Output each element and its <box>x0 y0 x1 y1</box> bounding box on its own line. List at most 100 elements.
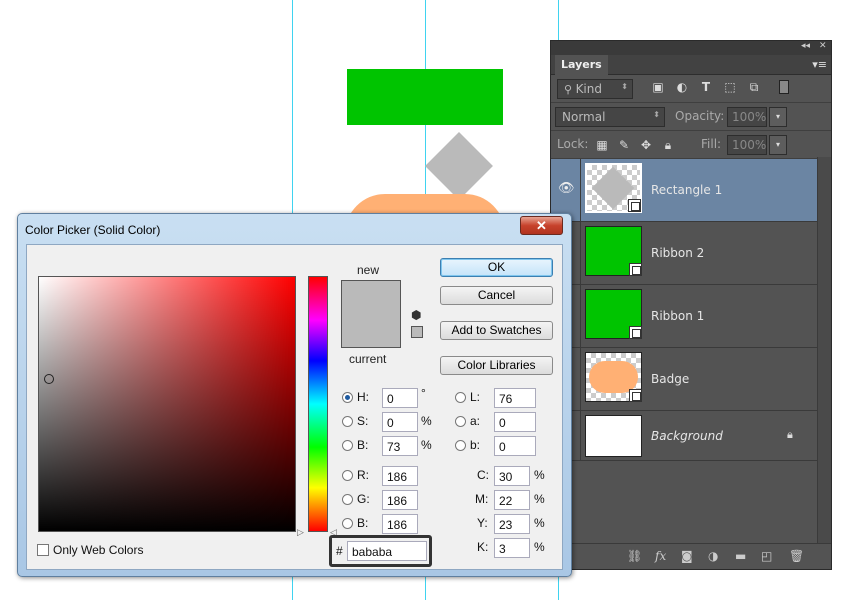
layer-row[interactable]: 👁︎ Rectangle 1 <box>551 159 817 222</box>
panel-menu-icon[interactable]: ▾≡ <box>812 58 827 71</box>
lock-pixels-icon[interactable]: ✎ <box>617 138 631 152</box>
layer-thumbnail <box>585 226 642 276</box>
link-icon[interactable]: ⛓︎ <box>627 549 642 563</box>
color-field[interactable] <box>38 276 296 532</box>
layer-row[interactable]: Badge <box>551 348 817 411</box>
saturation-field[interactable]: 0 <box>382 412 418 432</box>
color-libraries-button[interactable]: Color Libraries <box>440 356 553 375</box>
ribbon-shape <box>347 69 503 125</box>
close-button[interactable]: ✕ <box>520 216 563 235</box>
a-label: a: <box>470 414 481 428</box>
panel-tabrow: Layers ▾≡ <box>551 55 831 76</box>
a-field[interactable]: 0 <box>494 412 536 432</box>
red-field[interactable]: 186 <box>382 466 418 486</box>
yellow-unit: % <box>534 516 545 530</box>
filter-kind-select[interactable]: ⚲ Kind ⬍ <box>557 79 633 99</box>
only-web-colors-checkbox[interactable] <box>37 544 49 556</box>
filter-row: ⚲ Kind ⬍ ▣ ◐ T ⬚ ⧉ <box>551 75 831 103</box>
visibility-toggle[interactable]: 👁︎ <box>551 159 581 221</box>
eye-icon: 👁︎ <box>558 181 575 196</box>
color-swatch <box>341 280 401 348</box>
shape-filter-icon[interactable]: ⬚ <box>723 80 737 94</box>
hex-highlight: # bababa <box>329 535 432 567</box>
radio-hue[interactable] <box>342 392 353 403</box>
opacity-field[interactable]: 100% <box>727 107 767 127</box>
radio-saturation[interactable] <box>342 416 353 427</box>
layer-row[interactable]: Ribbon 2 <box>551 222 817 285</box>
yellow-field[interactable]: 23 <box>494 514 530 534</box>
mask-icon[interactable]: ◙ <box>681 549 693 563</box>
layer-name[interactable]: Rectangle 1 <box>651 183 722 197</box>
fx-icon[interactable]: fx <box>655 549 666 563</box>
black-label: K: <box>477 540 489 554</box>
add-to-swatches-button[interactable]: Add to Swatches <box>440 321 553 340</box>
new-color-swatch <box>342 281 400 315</box>
lock-transparent-icon[interactable]: ▦ <box>595 138 609 152</box>
color-picker-dialog: Color Picker (Solid Color) ✕ ▷ ◁ new cur… <box>17 213 572 577</box>
layer-thumbnail <box>585 415 642 457</box>
fill-dropdown-button[interactable]: ▾ <box>769 135 787 155</box>
radio-lightness[interactable] <box>455 392 466 403</box>
layer-name[interactable]: Ribbon 2 <box>651 246 704 260</box>
vector-mask-icon <box>629 326 642 339</box>
brightness-field[interactable]: 73 <box>382 436 418 456</box>
layer-name[interactable]: Background <box>651 429 723 443</box>
type-filter-icon[interactable]: T <box>699 80 713 94</box>
hex-label: # <box>336 544 343 558</box>
out-of-gamut-icon[interactable]: ⬢ <box>411 308 421 322</box>
hue-slider-left-arrow[interactable]: ▷ <box>297 527 304 538</box>
tab-layers[interactable]: Layers <box>555 55 608 76</box>
blend-mode-select[interactable]: Normal ⬍ <box>555 107 665 127</box>
trash-icon[interactable]: 🗑︎ <box>789 549 804 563</box>
lock-all-icon[interactable]: 🔒︎ <box>661 138 675 152</box>
dialog-title: Color Picker (Solid Color) <box>25 223 161 237</box>
diamond-shape <box>425 132 493 200</box>
b-field[interactable]: 0 <box>494 436 536 456</box>
radio-a[interactable] <box>455 416 466 427</box>
opacity-dropdown-button[interactable]: ▾ <box>769 107 787 127</box>
lock-position-icon[interactable]: ✥ <box>639 138 653 152</box>
image-filter-icon[interactable]: ▣ <box>651 80 665 94</box>
radio-green[interactable] <box>342 494 353 505</box>
filter-toggle-icon[interactable] <box>779 80 789 94</box>
green-field[interactable]: 186 <box>382 490 418 510</box>
adjustment-icon[interactable]: ◑ <box>708 549 718 563</box>
layer-thumbnail <box>585 352 642 402</box>
layer-name[interactable]: Ribbon 1 <box>651 309 704 323</box>
layer-row[interactable]: Background 🔒︎ <box>551 411 817 461</box>
radio-b[interactable] <box>455 440 466 451</box>
black-unit: % <box>534 540 545 554</box>
collapse-icon[interactable]: ◂◂ <box>801 41 810 51</box>
adjustment-filter-icon[interactable]: ◐ <box>675 80 689 94</box>
layers-scrollbar[interactable] <box>817 157 831 545</box>
layers-panel: ◂◂ ✕ Layers ▾≡ ⚲ Kind ⬍ ▣ ◐ T ⬚ ⧉ Normal… <box>550 40 832 570</box>
dialog-body: ▷ ◁ new current ⬢ OK Cancel Add to Swatc… <box>26 244 563 570</box>
magenta-label: M: <box>475 492 489 506</box>
group-icon[interactable]: ▬ <box>735 549 746 563</box>
color-field-cursor[interactable] <box>44 374 54 384</box>
layer-thumbnail <box>585 289 642 339</box>
cancel-button[interactable]: Cancel <box>440 286 553 305</box>
lightness-field[interactable]: 76 <box>494 388 536 408</box>
close-icon[interactable]: ✕ <box>819 41 827 51</box>
hue-field[interactable]: 0 <box>382 388 418 408</box>
layer-row[interactable]: Ribbon 1 <box>551 285 817 348</box>
magenta-field[interactable]: 22 <box>494 490 530 510</box>
smart-object-filter-icon[interactable]: ⧉ <box>747 80 761 94</box>
new-layer-icon[interactable]: ◰ <box>761 549 772 563</box>
radio-blue[interactable] <box>342 518 353 529</box>
hex-field[interactable]: bababa <box>347 541 427 561</box>
web-safe-swatch[interactable] <box>411 326 423 338</box>
ok-button[interactable]: OK <box>440 258 553 277</box>
fill-field[interactable]: 100% <box>727 135 767 155</box>
cyan-field[interactable]: 30 <box>494 466 530 486</box>
current-label: current <box>349 352 387 366</box>
blend-row: Normal ⬍ Opacity: 100% ▾ <box>551 103 831 131</box>
layer-name[interactable]: Badge <box>651 372 689 386</box>
radio-red[interactable] <box>342 470 353 481</box>
hue-slider[interactable] <box>308 276 328 532</box>
blue-field[interactable]: 186 <box>382 514 418 534</box>
radio-brightness[interactable] <box>342 440 353 451</box>
black-field[interactable]: 3 <box>494 538 530 558</box>
hue-label: H: <box>357 390 369 404</box>
